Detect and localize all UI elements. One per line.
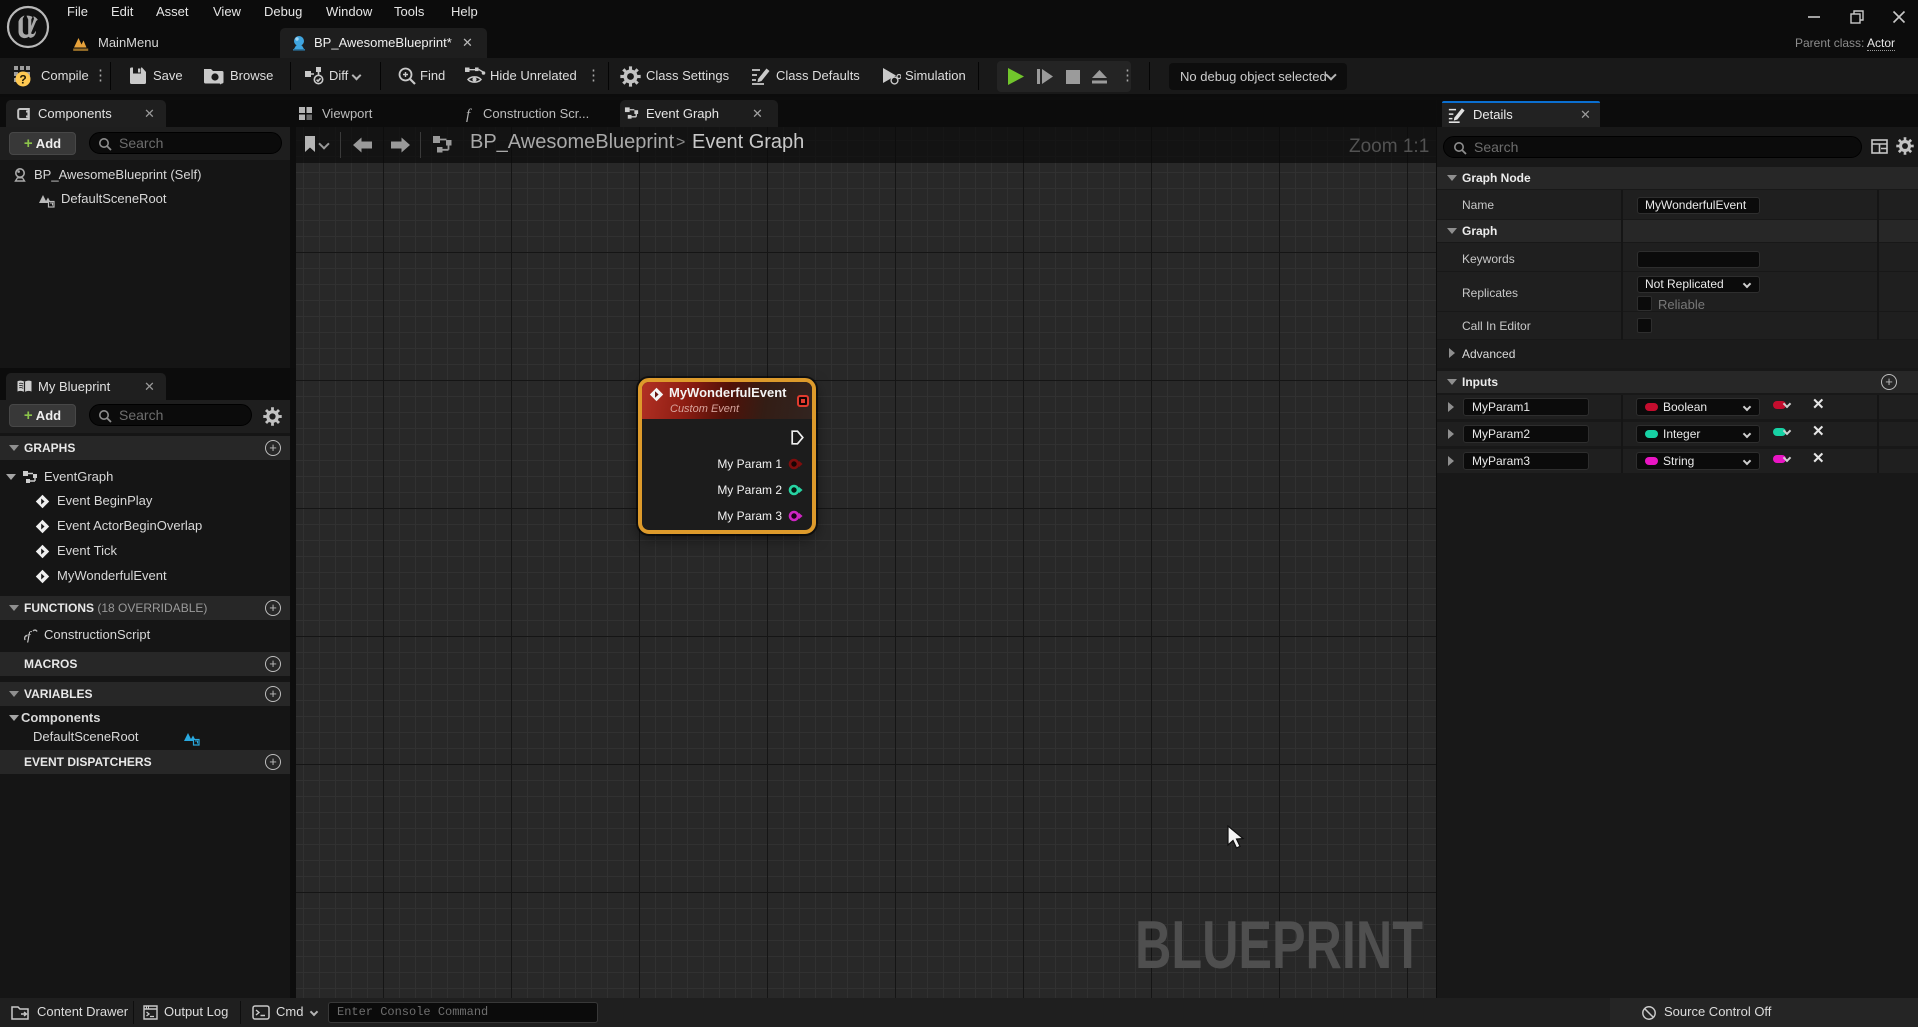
svg-text:?: ? [19, 73, 26, 87]
svg-text:f: f [27, 628, 33, 643]
svg-text:f: f [466, 107, 472, 122]
